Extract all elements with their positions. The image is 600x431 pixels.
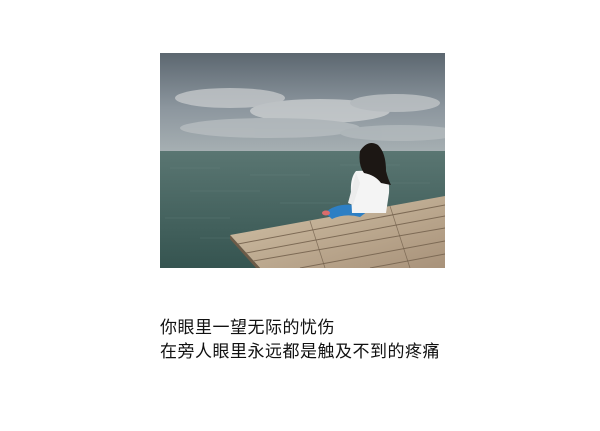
caption-line-2: 在旁人眼里永远都是触及不到的疼痛 [160,342,440,362]
caption: 你眼里一望无际的忧伤 在旁人眼里永远都是触及不到的疼痛 [160,316,580,364]
photo [160,53,445,268]
sea-pier-scene [160,53,445,268]
caption-line-1: 你眼里一望无际的忧伤 [160,318,335,338]
